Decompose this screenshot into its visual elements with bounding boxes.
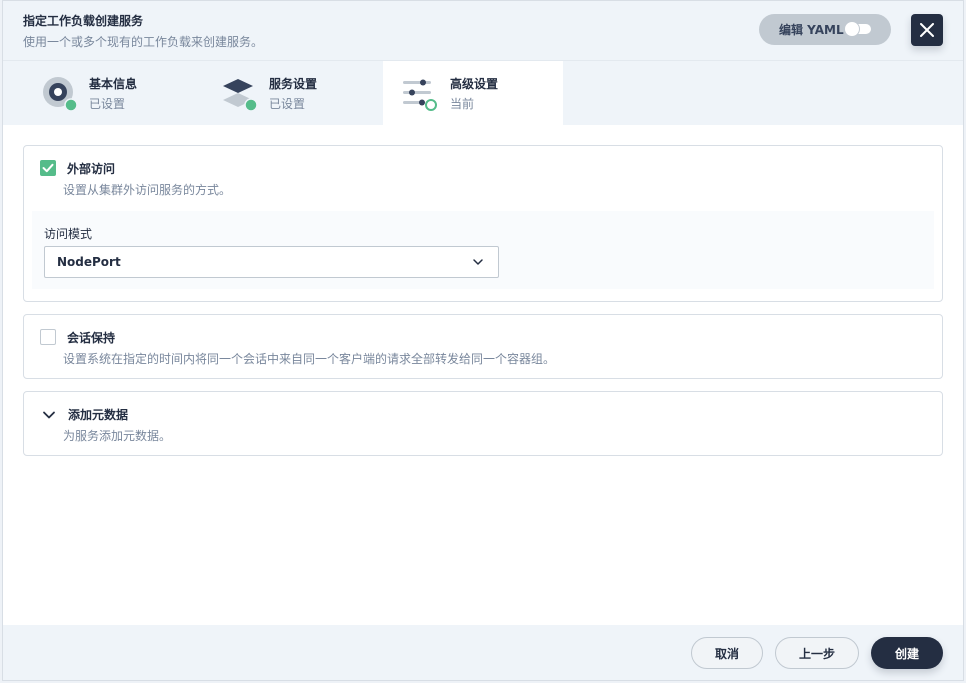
step-name: 服务设置 [269,77,318,91]
modal-footer: 取消 上一步 创建 [3,625,963,680]
create-button[interactable]: 创建 [871,637,943,669]
check-icon [42,163,54,173]
step-name: 高级设置 [450,77,499,91]
step-advanced-settings[interactable]: 高级设置 当前 [383,61,563,125]
modal-description: 使用一个或多个现有的工作负载来创建服务。 [23,35,264,49]
form-content: 外部访问 设置从集群外访问服务的方式。 访问模式 NodePort 会话保持 设… [3,125,963,625]
modal-title: 指定工作负载创建服务 [23,14,144,28]
modal-header: 指定工作负载创建服务 使用一个或多个现有的工作负载来创建服务。 编辑 YAML [3,1,963,61]
session-affinity-card: 会话保持 设置系统在指定的时间内将同一个会话中来自同一个客户端的请求全部转发给同… [23,314,943,379]
previous-step-button[interactable]: 上一步 [775,637,859,669]
step-status: 已设置 [269,97,306,111]
external-access-checkbox[interactable] [40,160,56,176]
session-affinity-checkbox[interactable] [40,329,56,345]
chevron-down-icon[interactable] [42,408,56,422]
metadata-title: 添加元数据 [68,408,129,422]
basic-info-icon [43,77,77,111]
step-name: 基本信息 [89,77,138,91]
access-mode-section: 访问模式 NodePort [32,211,934,289]
session-affinity-description: 设置系统在指定的时间内将同一个会话中来自同一个客户端的请求全部转发给同一个容器组… [63,352,556,366]
close-icon [920,23,934,37]
step-status: 当前 [450,97,475,111]
step-basic-info[interactable]: 基本信息 已设置 [3,61,183,125]
access-mode-select[interactable]: NodePort [44,246,499,278]
yaml-switch[interactable] [845,22,871,36]
layers-icon [223,79,257,111]
step-status: 已设置 [89,97,126,111]
external-access-card: 外部访问 设置从集群外访问服务的方式。 访问模式 NodePort [23,145,943,302]
step-service-settings[interactable]: 服务设置 已设置 [183,61,363,125]
metadata-description: 为服务添加元数据。 [63,429,172,443]
edit-yaml-toggle[interactable]: 编辑 YAML [759,14,891,45]
access-mode-value: NodePort [57,255,121,269]
chevron-down-icon [473,259,483,265]
access-mode-label: 访问模式 [44,227,93,241]
metadata-card[interactable]: 添加元数据 为服务添加元数据。 [23,391,943,456]
external-access-description: 设置从集群外访问服务的方式。 [63,183,232,197]
create-service-modal: 指定工作负载创建服务 使用一个或多个现有的工作负载来创建服务。 编辑 YAML … [2,0,964,681]
cancel-button[interactable]: 取消 [691,637,763,669]
external-access-title: 外部访问 [67,162,116,176]
edit-yaml-label: 编辑 YAML [779,23,844,37]
yaml-switch-knob [845,22,859,36]
sliders-icon [403,79,437,111]
step-tabs: 基本信息 已设置 服务设置 已设置 高级设置 当前 [3,61,963,125]
close-button[interactable] [911,14,943,46]
session-affinity-title: 会话保持 [67,331,116,345]
